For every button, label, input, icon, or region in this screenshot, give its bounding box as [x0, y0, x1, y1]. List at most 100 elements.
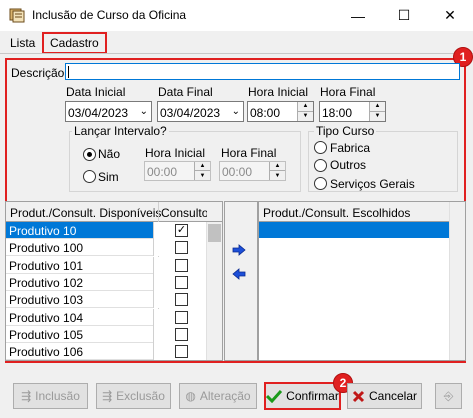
radio-servicos-gerais-label: Serviços Gerais [330, 177, 415, 191]
hora-final-spinner[interactable]: 18:00 ▲ ▼ [319, 101, 386, 122]
intervalo-hora-inicial-label: Hora Inicial [145, 146, 206, 160]
product-name: Produtivo 102 [9, 275, 84, 290]
consultor-checkbox[interactable] [175, 310, 188, 324]
hora-final-spin[interactable]: ▲ ▼ [369, 102, 385, 121]
minimize-icon: — [351, 7, 365, 24]
table-row[interactable]: Produtivo 102 [6, 273, 206, 291]
tab-lista[interactable]: Lista [4, 34, 41, 54]
tab-divider [0, 53, 473, 54]
alteracao-label: Alteração [199, 389, 251, 403]
consultor-checkbox[interactable] [175, 275, 188, 289]
escolhidos-grid[interactable]: Produt./Consult. Escolhidos [258, 201, 466, 361]
spin-down-icon[interactable]: ▼ [370, 112, 385, 122]
arrow-right-icon[interactable] [232, 244, 246, 256]
radio-fabrica[interactable] [314, 141, 327, 154]
product-name: Produtivo 101 [9, 258, 84, 273]
spin-up-icon[interactable]: ▲ [370, 102, 385, 112]
chevron-down-icon: ⌄ [139, 106, 148, 117]
hora-inicial-spin[interactable]: ▲ ▼ [297, 102, 313, 121]
close-button[interactable]: ✕ [427, 0, 473, 31]
arrow-left-icon[interactable] [232, 268, 246, 280]
inclusao-label: Inclusão [35, 389, 80, 403]
spin-down-icon[interactable]: ▼ [298, 112, 313, 122]
consultor-checkbox[interactable] [175, 327, 188, 341]
confirmar-label: Confirmar [286, 389, 339, 403]
intervalo-title: Lançar Intervalo? [72, 124, 169, 138]
scroll-thumb[interactable] [208, 224, 221, 242]
disponiveis-col1-header[interactable]: Produt./Consult. Disponíveis [10, 206, 161, 220]
descricao-input[interactable] [65, 63, 460, 80]
alteracao-icon: ◍ [185, 389, 196, 403]
tab-cadastro[interactable]: Cadastro [42, 32, 107, 54]
spin-down-icon[interactable]: ▼ [195, 171, 210, 180]
escolhidos-scrollbar[interactable] [449, 202, 465, 360]
table-row[interactable]: Produtivo 106 [6, 343, 206, 361]
table-row[interactable]: Produtivo 100 [6, 239, 206, 257]
exclusao-label: Exclusão [116, 389, 165, 403]
radio-fabrica-label: Fabrica [330, 141, 371, 155]
radio-servicos-gerais[interactable] [314, 177, 327, 190]
cancelar-label: Cancelar [368, 389, 418, 403]
exit-button[interactable]: ⎆ [435, 383, 462, 409]
intervalo-hora-final-spin[interactable]: ▲ ▼ [269, 162, 285, 180]
alteracao-button[interactable]: ◍ Alteração [179, 383, 257, 409]
radio-outros[interactable] [314, 159, 327, 172]
radio-nao-label: Não [98, 147, 121, 161]
inclusao-icon: ⇶ [21, 389, 32, 403]
check-icon [266, 389, 283, 403]
table-row[interactable]: Produtivo 105 [6, 325, 206, 343]
intervalo-hora-final-spinner[interactable]: 00:00 ▲ ▼ [219, 161, 286, 181]
text-cursor [68, 66, 69, 78]
table-row[interactable]: Produtivo 10 ✓ [6, 222, 206, 239]
hora-inicial-label: Hora Inicial [248, 85, 309, 99]
inclusao-button[interactable]: ⇶ Inclusão [13, 383, 88, 409]
intervalo-hora-inicial-spin[interactable]: ▲ ▼ [194, 162, 210, 180]
data-inicial-picker[interactable]: 03/04/2023 ⌄ [65, 101, 152, 122]
maximize-button[interactable]: ☐ [381, 0, 427, 31]
app-icon [9, 8, 25, 23]
exclusao-icon: ⇶ [102, 389, 113, 403]
product-name: Produtivo 103 [9, 293, 84, 308]
radio-outros-label: Outros [330, 158, 367, 172]
escolhidos-selected-row[interactable] [259, 222, 449, 238]
data-inicial-label: Data Inicial [66, 85, 126, 99]
spin-up-icon[interactable]: ▲ [298, 102, 313, 112]
table-row[interactable]: Produtivo 103 [6, 291, 206, 309]
exclusao-button[interactable]: ⇶ Exclusão [96, 383, 171, 409]
consultor-checkbox[interactable] [175, 258, 188, 272]
intervalo-hora-inicial-spinner[interactable]: 00:00 ▲ ▼ [144, 161, 211, 181]
product-name: Produtivo 106 [9, 345, 84, 360]
window-title: Inclusão de Curso da Oficina [32, 8, 187, 22]
disponiveis-col2-header[interactable]: Consultor [161, 206, 207, 220]
escolhidos-col1-header[interactable]: Produt./Consult. Escolhidos [263, 206, 410, 220]
disponiveis-scrollbar[interactable] [206, 222, 222, 360]
hora-final-label: Hora Final [320, 85, 376, 99]
radio-nao[interactable] [83, 148, 96, 161]
hora-inicial-value: 08:00 [250, 106, 281, 120]
confirmar-button[interactable]: Confirmar [264, 382, 341, 410]
data-final-label: Data Final [158, 85, 213, 99]
consultor-checkbox[interactable] [175, 345, 188, 359]
consultor-checkbox[interactable] [175, 241, 188, 255]
hora-inicial-spinner[interactable]: 08:00 ▲ ▼ [247, 101, 314, 122]
radio-sim-label: Sim [98, 170, 119, 184]
product-name: Produtivo 104 [9, 310, 84, 325]
spin-up-icon[interactable]: ▲ [195, 162, 210, 171]
spin-up-icon[interactable]: ▲ [270, 162, 285, 171]
table-row[interactable]: Produtivo 104 [6, 308, 206, 326]
consultor-checkbox[interactable] [175, 293, 188, 307]
minimize-button[interactable]: — [335, 0, 381, 31]
data-final-picker[interactable]: 03/04/2023 ⌄ [157, 101, 244, 122]
radio-sim[interactable] [83, 170, 96, 183]
tab-cadastro-label: Cadastro [50, 36, 99, 50]
data-inicial-value: 03/04/2023 [68, 106, 129, 120]
cancel-x-icon [352, 390, 365, 402]
spin-down-icon[interactable]: ▼ [270, 171, 285, 180]
product-name: Produtivo 100 [9, 241, 84, 256]
consultor-checkbox[interactable]: ✓ [175, 224, 188, 237]
intervalo-hora-final-value: 00:00 [222, 165, 253, 179]
disponiveis-grid[interactable]: Produt./Consult. Disponíveis Consultor P… [5, 201, 223, 361]
descricao-label: Descrição: [11, 66, 68, 80]
cancelar-button[interactable]: Cancelar [347, 383, 422, 409]
table-row[interactable]: Produtivo 101 [6, 256, 206, 274]
